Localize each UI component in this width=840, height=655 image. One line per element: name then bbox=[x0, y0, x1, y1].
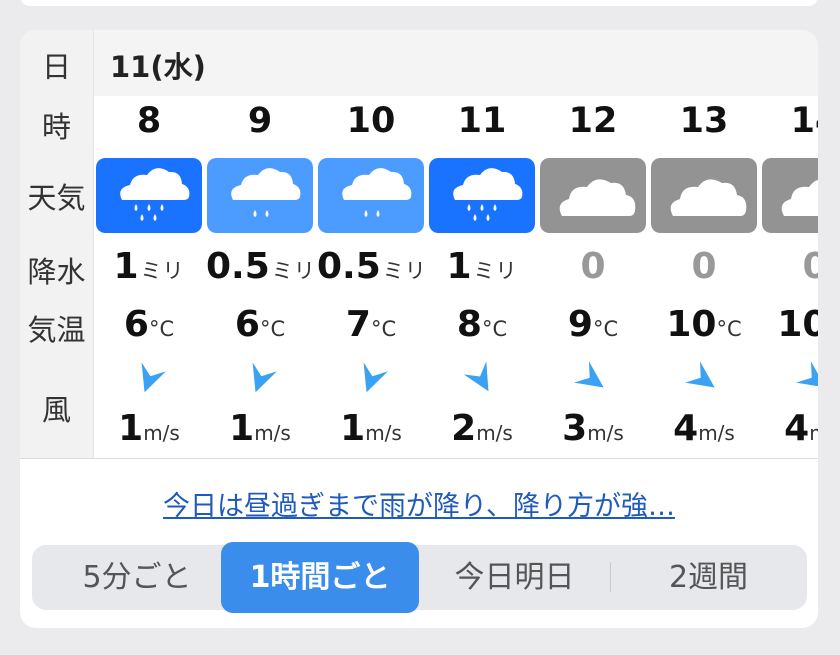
precip-unit: ミリ bbox=[271, 259, 316, 283]
temp-unit: °C bbox=[370, 317, 397, 341]
hourly-columns[interactable]: 8 1ミリ 6°C 1m/s 9 0.5ミリ 6°C 1m/s 10 0.5ミリ 7°C 1m/s 11… bbox=[20, 30, 818, 458]
precip-unit: ミリ bbox=[382, 259, 427, 283]
wind-direction-arrow-icon bbox=[795, 360, 818, 400]
hour-label: 11 bbox=[457, 101, 507, 141]
temp-value: 10°C bbox=[761, 304, 818, 345]
tab-two-weeks[interactable]: 2週間 bbox=[626, 545, 791, 610]
cloud-icon bbox=[651, 158, 757, 233]
hour-label: 13 bbox=[679, 101, 729, 141]
hour-column: 14 0 10°C 4m/s bbox=[761, 30, 818, 458]
temp-value: 8°C bbox=[428, 304, 536, 345]
precip-number: 0 bbox=[802, 246, 818, 287]
temp-number: 10 bbox=[777, 304, 818, 345]
precip-value: 0.5ミリ bbox=[317, 246, 427, 287]
precip-number: 1 bbox=[446, 246, 472, 287]
wind-value: 2m/s bbox=[428, 408, 536, 449]
wind-value: 3m/s bbox=[539, 408, 647, 449]
wind-value: 4m/s bbox=[761, 408, 818, 449]
temp-value: 10°C bbox=[650, 304, 758, 345]
tab-5-minute[interactable]: 5分ごと bbox=[52, 545, 222, 610]
wind-number: 4 bbox=[673, 408, 699, 449]
forecast-summary-link[interactable]: 今日は昼過ぎまで雨が降り、降り方が強… bbox=[20, 484, 818, 523]
wind-direction-arrow-icon bbox=[684, 360, 724, 400]
wind-direction-arrow-icon bbox=[240, 360, 280, 400]
hour-column: 13 0 10°C 4m/s bbox=[650, 30, 758, 458]
light-rain-icon bbox=[318, 158, 424, 233]
precip-value: 0.5ミリ bbox=[206, 246, 316, 287]
cloud-icon bbox=[540, 158, 646, 233]
wind-unit: m/s bbox=[476, 421, 513, 445]
precip-value: 0 bbox=[650, 246, 758, 287]
wind-unit: m/s bbox=[365, 421, 402, 445]
precip-number: 0 bbox=[580, 246, 606, 287]
hourly-forecast-card: 日 時 天気 降水 気温 風 11(水) 8 1ミリ 6°C 1m/s 9 0.5ミリ 6°… bbox=[20, 30, 818, 628]
wind-direction-arrow-icon bbox=[573, 360, 613, 400]
wind-value: 1m/s bbox=[206, 408, 314, 449]
temp-number: 9 bbox=[567, 304, 593, 345]
temp-number: 6 bbox=[123, 304, 149, 345]
temp-number: 7 bbox=[345, 304, 371, 345]
temp-value: 7°C bbox=[317, 304, 425, 345]
tab-separator bbox=[610, 562, 611, 592]
temp-value: 6°C bbox=[206, 304, 314, 345]
temp-number: 10 bbox=[666, 304, 717, 345]
temp-unit: °C bbox=[259, 317, 286, 341]
wind-value: 1m/s bbox=[317, 408, 425, 449]
wind-unit: m/s bbox=[143, 421, 180, 445]
wind-number: 1 bbox=[229, 408, 255, 449]
temp-unit: °C bbox=[716, 317, 742, 341]
hour-column: 9 0.5ミリ 6°C 1m/s bbox=[206, 30, 316, 458]
temp-unit: °C bbox=[592, 317, 619, 341]
hour-label: 10 bbox=[346, 101, 396, 141]
tab-hourly[interactable]: 1時間ごと bbox=[221, 542, 419, 613]
wind-number: 3 bbox=[562, 408, 588, 449]
temp-number: 6 bbox=[234, 304, 260, 345]
precip-number: 0 bbox=[691, 246, 717, 287]
tab-today-tomorrow[interactable]: 今日明日 bbox=[432, 545, 597, 610]
heavy-rain-icon bbox=[429, 158, 535, 233]
wind-direction-arrow-icon bbox=[351, 360, 391, 400]
precip-value: 1ミリ bbox=[428, 246, 536, 287]
wind-direction-arrow-icon bbox=[129, 360, 169, 400]
hour-column: 8 1ミリ 6°C 1m/s bbox=[95, 30, 203, 458]
wind-direction-arrow-icon bbox=[462, 360, 502, 400]
precip-value: 1ミリ bbox=[95, 246, 203, 287]
hour-label: 9 bbox=[247, 101, 273, 141]
hour-label: 14 bbox=[790, 101, 818, 141]
hour-column: 10 0.5ミリ 7°C 1m/s bbox=[317, 30, 427, 458]
precip-value: 0 bbox=[539, 246, 647, 287]
wind-number: 2 bbox=[451, 408, 477, 449]
wind-unit: m/s bbox=[809, 421, 818, 445]
precip-value: 0 bbox=[761, 246, 818, 287]
previous-card-edge bbox=[20, 0, 818, 6]
temp-unit: °C bbox=[148, 317, 175, 341]
wind-value: 4m/s bbox=[650, 408, 758, 449]
precip-number: 0.5 bbox=[206, 246, 270, 287]
wind-number: 1 bbox=[340, 408, 366, 449]
precip-number: 0.5 bbox=[317, 246, 381, 287]
precip-number: 1 bbox=[113, 246, 139, 287]
wind-value: 1m/s bbox=[95, 408, 203, 449]
light-rain-icon bbox=[207, 158, 313, 233]
heavy-rain-icon bbox=[96, 158, 202, 233]
wind-unit: m/s bbox=[587, 421, 624, 445]
divider bbox=[20, 458, 818, 459]
hour-column: 12 0 9°C 3m/s bbox=[539, 30, 647, 458]
wind-unit: m/s bbox=[254, 421, 291, 445]
temp-unit: °C bbox=[481, 317, 508, 341]
interval-tabs: 5分ごと 1時間ごと 今日明日 2週間 bbox=[32, 542, 807, 613]
temp-number: 8 bbox=[456, 304, 482, 345]
temp-value: 6°C bbox=[95, 304, 203, 345]
cloud-icon bbox=[762, 158, 818, 233]
temp-value: 9°C bbox=[539, 304, 647, 345]
hour-column: 11 1ミリ 8°C 2m/s bbox=[428, 30, 536, 458]
wind-number: 4 bbox=[784, 408, 810, 449]
hour-label: 8 bbox=[136, 101, 162, 141]
precip-unit: ミリ bbox=[140, 259, 185, 283]
wind-unit: m/s bbox=[698, 421, 735, 445]
wind-number: 1 bbox=[118, 408, 144, 449]
hour-label: 12 bbox=[568, 101, 618, 141]
precip-unit: ミリ bbox=[473, 259, 518, 283]
